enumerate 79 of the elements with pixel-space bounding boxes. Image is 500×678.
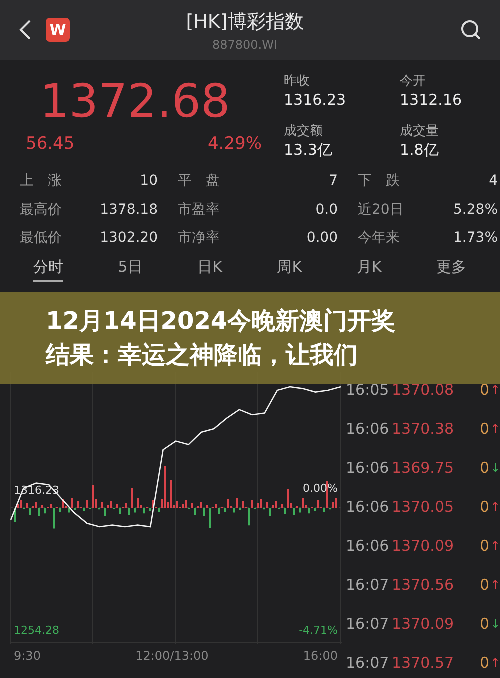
- tick-volume: 0: [480, 458, 490, 479]
- tick-volume: 0: [480, 575, 490, 596]
- trend-arrow: ↑: [490, 421, 500, 438]
- trend-arrow: ↑: [490, 499, 500, 516]
- tick-volume: 0: [480, 380, 490, 401]
- time-label: 9:30: [14, 649, 41, 665]
- field-label: 今开: [400, 73, 427, 90]
- tick-price: 1370.05: [392, 497, 456, 518]
- chart-tab[interactable]: 更多: [436, 258, 467, 282]
- field-value: 1316.23: [284, 91, 348, 109]
- tick-time: 16:06: [346, 497, 390, 518]
- field-value: 13.3亿: [284, 140, 334, 160]
- app-logo: W: [46, 18, 70, 42]
- tick-volume: 0: [480, 419, 490, 440]
- trend-arrow: ↑: [490, 538, 500, 555]
- stat-value: 10: [140, 172, 158, 191]
- tick-price: 1370.09: [392, 614, 456, 635]
- headline-text: 结果：幸运之神降临，让我们: [46, 340, 359, 371]
- tick-time: 16:07: [346, 653, 390, 674]
- chart-tab[interactable]: 周K: [277, 258, 302, 282]
- time-label: 12:00/13:00: [136, 649, 209, 665]
- tick-price: 1370.09: [392, 536, 456, 557]
- headline-text: 12月14日2024今晚新澳门开奖: [46, 306, 397, 337]
- stat-label: 近20日: [358, 200, 404, 220]
- trend-arrow: ↓: [490, 616, 500, 633]
- stat-label: 平 盘: [178, 172, 220, 191]
- field-label: 成交额: [284, 122, 324, 140]
- change-percent: 4.29%: [208, 134, 262, 154]
- trend-arrow: ↑: [490, 577, 500, 594]
- tick-time: 16:07: [346, 575, 390, 596]
- tick-time: 16:05: [346, 380, 390, 401]
- tick-price: 1369.75: [392, 458, 456, 479]
- tick-volume: 0: [480, 497, 490, 518]
- stat-value: 1378.18: [100, 200, 158, 220]
- chart-tab[interactable]: 日K: [198, 258, 222, 282]
- stat-value: 5.28%: [454, 200, 498, 220]
- last-price: 1372.68: [39, 78, 232, 124]
- tick-price: 1370.38: [392, 419, 456, 440]
- stat-label: 最高价: [20, 200, 62, 220]
- stat-value: 0.0: [316, 200, 338, 220]
- trend-arrow: ↓: [490, 460, 500, 477]
- tick-time: 16:07: [346, 614, 390, 635]
- stat-label: 最低价: [20, 229, 62, 248]
- tick-time: 16:06: [346, 536, 390, 557]
- tick-time: 16:06: [346, 419, 390, 440]
- tick-price: 1370.08: [392, 380, 456, 401]
- index-title: [HK]博彩指数: [186, 10, 304, 34]
- chart-tab[interactable]: 分时: [33, 258, 64, 282]
- tick-volume: 0: [480, 614, 490, 635]
- price-change: 56.45: [26, 134, 75, 154]
- stat-label: 市盈率: [178, 200, 220, 220]
- trend-arrow: ↑: [490, 655, 500, 672]
- chart-tab[interactable]: 5日: [118, 258, 143, 282]
- chart-tab[interactable]: 月K: [356, 258, 382, 282]
- tick-volume: 0: [480, 536, 490, 557]
- stat-label: 今年来: [358, 229, 400, 248]
- axis-label: -4.71%: [299, 624, 338, 637]
- back-icon[interactable]: [18, 19, 32, 41]
- index-code: 887800.WI: [212, 38, 278, 52]
- stat-value: 7: [329, 172, 338, 191]
- tick-volume: 0: [480, 653, 490, 674]
- field-value: 1312.16: [400, 91, 464, 109]
- field-label: 成交量: [400, 122, 440, 140]
- stat-value: 4: [489, 172, 498, 191]
- field-value: 1.8亿: [400, 140, 440, 160]
- stat-label: 下 跌: [358, 172, 400, 191]
- time-label: 16:00: [303, 649, 338, 665]
- tick-price: 1370.57: [392, 653, 456, 674]
- trend-arrow: ↑: [490, 382, 500, 399]
- stat-label: 上 涨: [20, 172, 62, 191]
- stat-value: 1.73%: [454, 229, 498, 248]
- tick-price: 1370.56: [392, 575, 456, 596]
- stat-value: 0.00: [306, 229, 338, 248]
- field-label: 昨收: [284, 73, 311, 90]
- search-icon[interactable]: [460, 19, 482, 41]
- tick-time: 16:06: [346, 458, 390, 479]
- axis-label: 1254.28: [14, 624, 60, 637]
- stat-label: 市净率: [178, 229, 220, 248]
- stat-value: 1302.20: [100, 229, 158, 248]
